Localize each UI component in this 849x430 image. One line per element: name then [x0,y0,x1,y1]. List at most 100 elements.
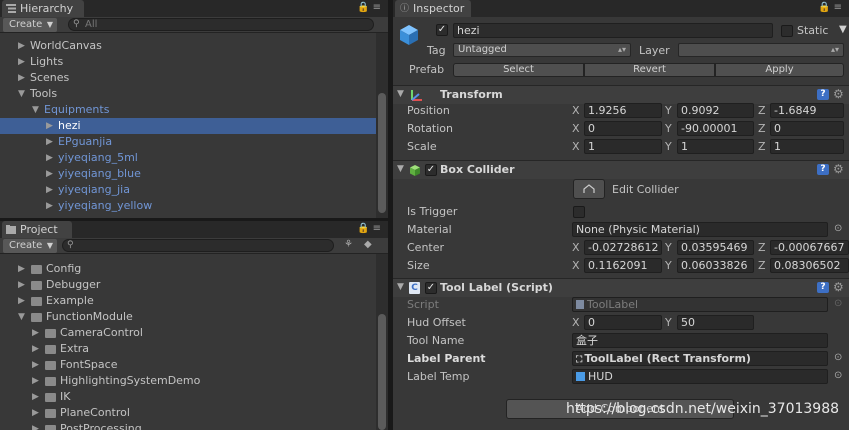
project-scrollbar[interactable] [376,254,388,430]
center-y-field[interactable]: 0.03595469 [677,240,754,255]
hierarchy-item[interactable]: ▼ Equipments [0,102,376,118]
fold-arrow-icon[interactable]: ▼ [397,89,404,99]
collapse-arrow-icon[interactable]: ▶ [32,421,42,430]
tag-dropdown[interactable]: Untagged ▴▾ [453,43,631,57]
collapse-arrow-icon[interactable]: ▶ [18,277,28,293]
tool-label-header[interactable]: ▼ C ✓ Tool Label (Script) ? ⚙ [393,278,849,297]
collapse-arrow-icon[interactable]: ▶ [32,357,42,373]
static-checkbox[interactable] [781,25,793,37]
collapse-arrow-icon[interactable]: ▶ [18,70,28,86]
collapse-arrow-icon[interactable]: ▶ [46,134,56,150]
tool-label-enabled-checkbox[interactable]: ✓ [425,282,437,294]
project-scroll-thumb[interactable] [378,314,386,430]
panel-menu-icon[interactable]: 🔒≡ [357,2,384,13]
collapse-arrow-icon[interactable]: ▶ [32,373,42,389]
fold-arrow-icon[interactable]: ▼ [397,282,404,292]
project-folder-item[interactable]: ▶ HighlightingSystemDemo [0,373,376,389]
object-picker-icon[interactable]: ⊙ [834,370,842,381]
filter-label-icon[interactable]: ◆ [364,239,372,250]
hierarchy-item[interactable]: ▶ Scenes [0,70,376,86]
project-folder-item[interactable]: ▶ Example [0,293,376,309]
position-x-field[interactable]: 1.9256 [584,103,662,118]
size-y-field[interactable]: 0.06033826 [677,258,754,273]
collapse-arrow-icon[interactable]: ▶ [18,293,28,309]
hierarchy-create-button[interactable]: Create ▼ [3,18,57,32]
transform-header[interactable]: ▼ Transform ? ⚙ [393,85,849,104]
center-x-field[interactable]: -0.02728612 [584,240,662,255]
rotation-x-field[interactable]: 0 [584,121,662,136]
project-search-input[interactable]: ⚲ [62,239,334,252]
gear-icon[interactable]: ⚙ [833,162,844,176]
hierarchy-item[interactable]: ▶ yiyeqiang_5ml [0,150,376,166]
hierarchy-item[interactable]: ▶ Lights [0,54,376,70]
collapse-arrow-icon[interactable]: ▶ [46,118,56,134]
size-x-field[interactable]: 0.1162091 [584,258,662,273]
object-active-checkbox[interactable]: ✓ [436,24,448,36]
project-folder-item[interactable]: ▶ PlaneControl [0,405,376,421]
position-y-field[interactable]: 0.9092 [677,103,754,118]
collapse-arrow-icon[interactable]: ▶ [46,182,56,198]
hierarchy-item[interactable]: ▼ Tools [0,86,376,102]
hierarchy-item[interactable]: ▶ yiyeqiang_yellow [0,198,376,214]
tab-project[interactable]: Project [2,221,72,238]
center-z-field[interactable]: -0.00067667 [770,240,849,255]
help-icon[interactable]: ? [817,282,829,293]
hierarchy-search-input[interactable]: ⚲ All [68,18,374,31]
help-icon[interactable]: ? [817,164,829,175]
gear-icon[interactable]: ⚙ [833,280,844,294]
project-create-button[interactable]: Create ▼ [3,239,57,253]
rotation-y-field[interactable]: -90.00001 [677,121,754,136]
object-picker-icon[interactable]: ⊙ [834,223,842,234]
project-folder-item[interactable]: ▶ IK [0,389,376,405]
panel-menu-icon[interactable]: 🔒≡ [818,2,845,13]
object-picker-icon[interactable]: ⊙ [834,352,842,363]
hierarchy-item[interactable]: ▶ EPguanjia [0,134,376,150]
project-folder-item[interactable]: ▶ PostProcessing [0,421,376,430]
hierarchy-scroll-thumb[interactable] [378,93,386,213]
hud-offset-y-field[interactable]: 50 [677,315,754,330]
collapse-arrow-icon[interactable]: ▶ [18,38,28,54]
hud-offset-x-field[interactable]: 0 [584,315,662,330]
collapse-arrow-icon[interactable]: ▶ [46,166,56,182]
size-z-field[interactable]: 0.08306502 [770,258,849,273]
box-collider-enabled-checkbox[interactable]: ✓ [425,164,437,176]
project-folder-item[interactable]: ▶ CameraControl [0,325,376,341]
scale-z-field[interactable]: 1 [770,139,844,154]
layer-dropdown[interactable]: ▴▾ [678,43,844,57]
rotation-z-field[interactable]: 0 [770,121,844,136]
expand-arrow-icon[interactable]: ▼ [18,86,28,102]
material-field[interactable]: None (Physic Material) [572,222,828,237]
help-icon[interactable]: ? [817,89,829,100]
static-dropdown-arrow-icon[interactable]: ▼ [835,24,847,38]
tab-inspector[interactable]: ⓘ Inspector [395,0,471,17]
hierarchy-scrollbar[interactable] [376,33,388,218]
expand-arrow-icon[interactable]: ▼ [32,102,42,118]
position-z-field[interactable]: -1.6849 [770,103,844,118]
filter-type-icon[interactable]: ⚘ [344,239,353,250]
edit-collider-button[interactable] [573,179,605,199]
panel-menu-icon[interactable]: 🔒≡ [357,223,384,234]
prefab-revert-button[interactable]: Revert [584,63,715,77]
prefab-apply-button[interactable]: Apply [715,63,844,77]
project-folder-item[interactable]: ▶ Extra [0,341,376,357]
prefab-select-button[interactable]: Select [453,63,584,77]
collapse-arrow-icon[interactable]: ▶ [32,341,42,357]
gear-icon[interactable]: ⚙ [833,87,844,101]
fold-arrow-icon[interactable]: ▼ [397,164,404,174]
collapse-arrow-icon[interactable]: ▶ [32,405,42,421]
collapse-arrow-icon[interactable]: ▶ [18,261,28,277]
tool-name-field[interactable]: 盒子 [572,333,828,348]
expand-arrow-icon[interactable]: ▼ [18,309,28,325]
label-parent-field[interactable]: ⛶ ToolLabel (Rect Transform) [572,351,828,366]
project-folder-item[interactable]: ▼ FunctionModule [0,309,376,325]
collapse-arrow-icon[interactable]: ▶ [46,150,56,166]
collapse-arrow-icon[interactable]: ▶ [18,54,28,70]
scale-x-field[interactable]: 1 [584,139,662,154]
project-folder-item[interactable]: ▶ Config [0,261,376,277]
hierarchy-item[interactable]: ▶ hezi [0,118,376,134]
scale-y-field[interactable]: 1 [677,139,754,154]
hierarchy-item[interactable]: ▶ yiyeqiang_jia [0,182,376,198]
hierarchy-item[interactable]: ▶ WorldCanvas [0,38,376,54]
label-temp-field[interactable]: HUD [572,369,828,384]
collapse-arrow-icon[interactable]: ▶ [32,389,42,405]
